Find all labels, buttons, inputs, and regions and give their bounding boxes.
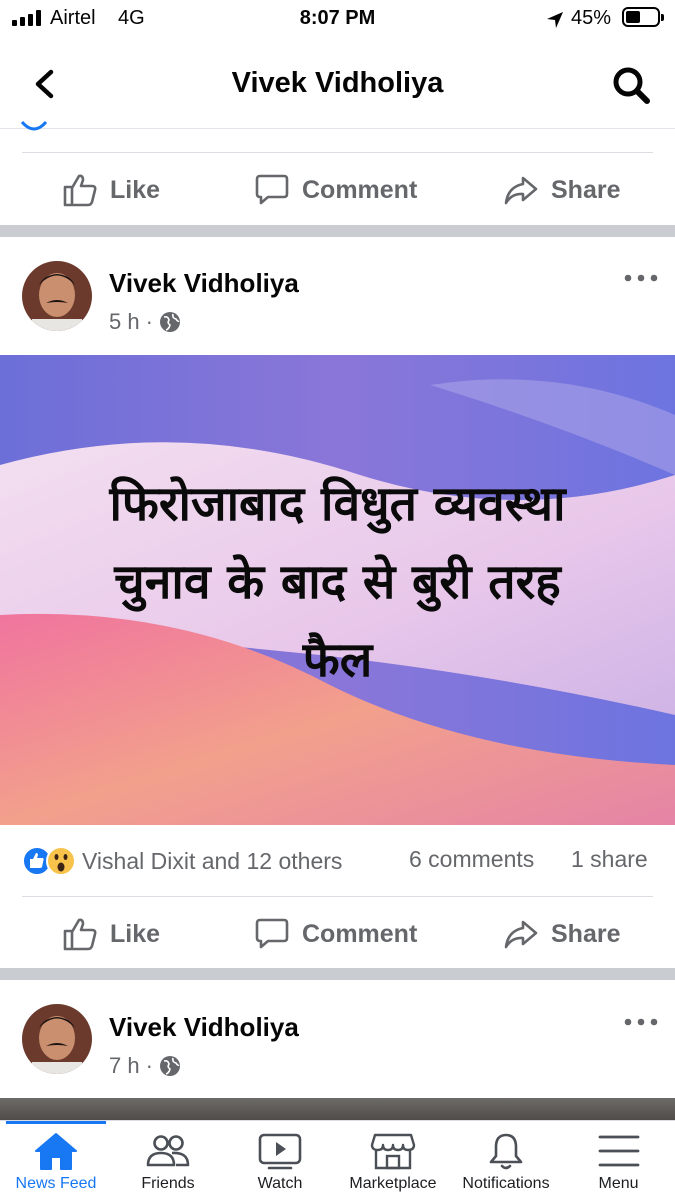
comment-label: Comment: [302, 175, 418, 204]
post-text-line: फिरोजाबाद विधुत व्यवस्था: [109, 476, 566, 532]
avatar[interactable]: [22, 1004, 92, 1074]
tab-notifications[interactable]: Notifications: [450, 1121, 562, 1201]
comment-icon: [255, 918, 289, 949]
bottom-nav: News Feed Friends Watch Marketplace Noti…: [0, 1120, 675, 1201]
shares-count[interactable]: 1 share: [571, 846, 648, 873]
post-author[interactable]: Vivek Vidholiya: [109, 268, 299, 299]
header: Vivek Vidholiya: [0, 40, 675, 129]
friends-icon: [146, 1135, 190, 1167]
tab-label: Marketplace: [349, 1175, 437, 1192]
thumbs-up-icon: [63, 174, 97, 207]
thumbs-up-icon: [63, 918, 97, 951]
tab-label: News Feed: [15, 1175, 97, 1192]
comments-count[interactable]: 6 comments: [409, 846, 534, 873]
tab-label: Menu: [598, 1175, 639, 1192]
post-text-line: चुनाव के बाद से बुरी तरह: [114, 554, 561, 610]
divider: [22, 896, 653, 897]
watch-icon: [258, 1133, 302, 1170]
tab-label: Watch: [257, 1175, 303, 1192]
post-actions: Like Comment Share: [0, 154, 675, 226]
post-meta: 5 h ·: [109, 309, 181, 335]
wow-reaction-icon: [46, 846, 76, 876]
tab-marketplace[interactable]: Marketplace: [336, 1121, 450, 1201]
battery-percent: 45%: [571, 7, 612, 29]
post-time: 7 h: [109, 1053, 140, 1078]
status-bar: Airtel 4G 8:07 PM 45%: [0, 0, 675, 40]
reactions-summary[interactable]: Vishal Dixit and 12 others: [22, 846, 342, 876]
comment-label: Comment: [302, 919, 418, 948]
divider: [22, 152, 653, 153]
tab-watch[interactable]: Watch: [224, 1121, 336, 1201]
post-text-line: फैल: [302, 632, 373, 688]
comment-icon: [255, 174, 289, 205]
battery-icon: [622, 7, 664, 27]
page-title: Vivek Vidholiya: [231, 67, 444, 99]
avatar[interactable]: [22, 261, 92, 331]
post-separator: [0, 968, 675, 980]
reactions-text: Vishal Dixit and 12 others: [82, 847, 343, 874]
tab-label: Notifications: [462, 1175, 550, 1192]
like-label: Like: [110, 175, 161, 204]
like-button[interactable]: Like: [62, 898, 160, 970]
post-actions: Like Comment Share: [0, 898, 675, 970]
post-image[interactable]: फिरोजाबाद विधुत व्यवस्था चुनाव के बाद से…: [0, 355, 675, 825]
share-label: Share: [551, 175, 621, 204]
bell-icon: [489, 1133, 523, 1170]
post-separator: [0, 225, 675, 237]
post-author[interactable]: Vivek Vidholiya: [109, 1012, 299, 1043]
marketplace-icon: [370, 1133, 416, 1170]
share-button[interactable]: Share: [503, 154, 620, 226]
location-arrow-icon: [547, 12, 563, 28]
meta-separator: ·: [145, 309, 153, 334]
post-meta: 7 h ·: [109, 1053, 181, 1079]
post-image-text: फिरोजाबाद विधुत व्यवस्था चुनाव के बाद से…: [20, 465, 655, 699]
tab-news-feed[interactable]: News Feed: [0, 1121, 112, 1201]
share-icon: [504, 176, 538, 205]
tab-label: Friends: [141, 1175, 195, 1192]
globe-icon: [20, 120, 48, 131]
like-button[interactable]: Like: [62, 154, 160, 226]
share-button[interactable]: Share: [503, 898, 620, 970]
globe-icon: [159, 312, 180, 332]
post-time: 5 h: [109, 309, 140, 334]
tab-friends[interactable]: Friends: [112, 1121, 224, 1201]
meta-separator: ·: [145, 1053, 153, 1078]
share-label: Share: [551, 919, 621, 948]
post-image-preview[interactable]: [0, 1098, 675, 1120]
battery-fill: [626, 11, 640, 23]
home-icon: [35, 1133, 77, 1170]
menu-icon: [598, 1135, 639, 1167]
comment-button[interactable]: Comment: [254, 154, 417, 226]
tab-menu[interactable]: Menu: [562, 1121, 675, 1201]
share-icon: [504, 920, 538, 949]
globe-icon: [159, 1056, 180, 1076]
search-icon[interactable]: [608, 62, 654, 108]
more-options-icon[interactable]: [624, 1017, 658, 1027]
more-options-icon[interactable]: [624, 273, 658, 283]
like-label: Like: [110, 919, 161, 948]
comment-button[interactable]: Comment: [254, 898, 417, 970]
